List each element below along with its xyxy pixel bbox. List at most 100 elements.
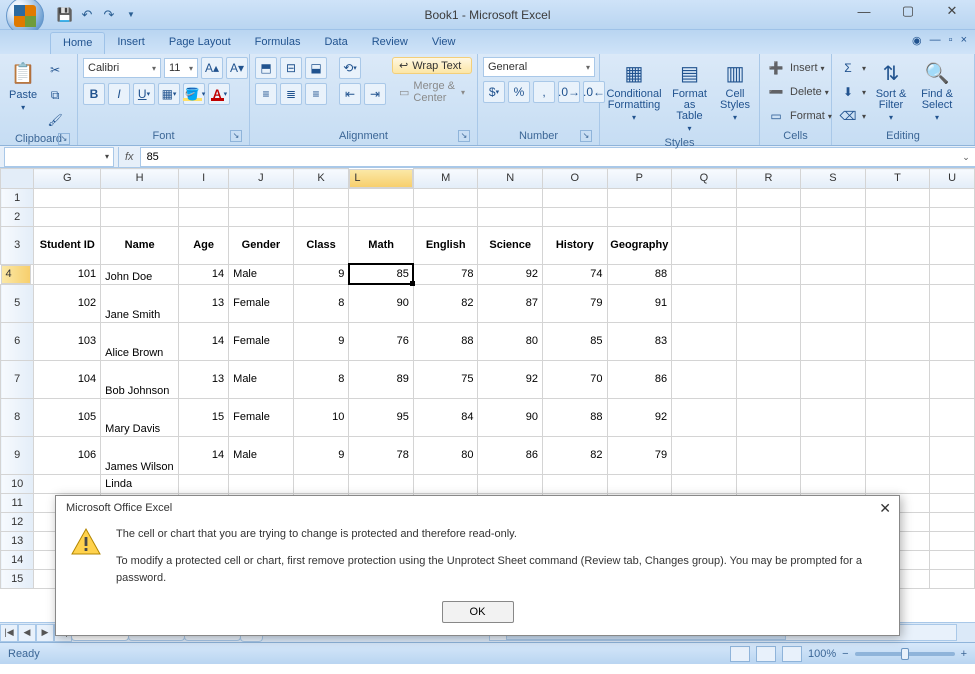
cell[interactable]: Female [229, 398, 294, 436]
column-header[interactable]: T [865, 169, 930, 189]
cell[interactable]: James Wilson [101, 436, 179, 474]
row-header[interactable]: 10 [1, 474, 34, 493]
cell[interactable] [736, 360, 801, 398]
cell[interactable] [607, 207, 672, 226]
cell[interactable] [413, 207, 478, 226]
delete-cells-button[interactable]: ➖Delete▾ [765, 81, 829, 103]
cell[interactable] [101, 207, 179, 226]
format-as-table-button[interactable]: ▤Format as Table▾ [666, 57, 713, 135]
cell[interactable] [736, 207, 801, 226]
cell[interactable] [865, 398, 930, 436]
cell[interactable]: 80 [478, 322, 543, 360]
decrease-font-button[interactable]: A▾ [226, 57, 248, 79]
cell[interactable] [179, 474, 229, 493]
font-name-select[interactable]: Calibri▾ [83, 58, 161, 78]
autosum-button[interactable]: Σ▾ [837, 57, 866, 79]
cell[interactable] [801, 284, 866, 322]
first-sheet-button[interactable]: |◀ [0, 624, 18, 642]
cell[interactable] [736, 322, 801, 360]
cell[interactable] [801, 188, 866, 207]
cell[interactable] [930, 550, 975, 569]
help-icon[interactable]: ◉ [912, 34, 922, 47]
column-header[interactable]: U [930, 169, 975, 189]
zoom-out-button[interactable]: − [842, 648, 848, 660]
cell[interactable] [101, 188, 179, 207]
cell[interactable] [413, 188, 478, 207]
cell[interactable]: 105 [34, 398, 101, 436]
close-workbook-button[interactable]: × [961, 34, 967, 47]
row-header[interactable]: 11 [1, 493, 34, 512]
cell[interactable]: 79 [607, 436, 672, 474]
cell[interactable] [865, 188, 930, 207]
cell[interactable]: 9 [293, 436, 349, 474]
cell[interactable]: 70 [543, 360, 608, 398]
insert-cells-button[interactable]: ➕Insert▾ [765, 57, 825, 79]
cell[interactable]: 104 [34, 360, 101, 398]
increase-indent-button[interactable]: ⇥ [364, 83, 386, 105]
cell[interactable] [865, 474, 930, 493]
cell[interactable]: Science [478, 226, 543, 264]
bold-button[interactable]: B [83, 83, 105, 105]
maximize-button[interactable]: ▢ [889, 0, 927, 22]
cell[interactable] [930, 493, 975, 512]
cell[interactable] [349, 207, 414, 226]
cell[interactable]: 79 [543, 284, 608, 322]
cell[interactable] [543, 474, 608, 493]
row-header[interactable]: 15 [1, 569, 34, 588]
minimize-button[interactable]: — [845, 0, 883, 22]
cell[interactable] [543, 188, 608, 207]
cell[interactable]: John Doe [101, 264, 179, 284]
tab-formulas[interactable]: Formulas [243, 32, 313, 54]
cell[interactable]: 103 [34, 322, 101, 360]
cell[interactable]: 15 [179, 398, 229, 436]
cell[interactable] [930, 264, 975, 284]
font-size-select[interactable]: 11▾ [164, 58, 198, 78]
cell[interactable]: 82 [413, 284, 478, 322]
paste-button[interactable]: 📋 Paste ▾ [5, 57, 41, 114]
row-header[interactable]: 5 [1, 284, 34, 322]
cell[interactable] [607, 474, 672, 493]
percent-format-button[interactable]: % [508, 81, 530, 103]
cell[interactable]: 78 [413, 264, 478, 284]
tab-view[interactable]: View [420, 32, 468, 54]
cell[interactable] [865, 436, 930, 474]
cell[interactable]: 83 [607, 322, 672, 360]
column-header[interactable]: H [101, 169, 179, 189]
cell[interactable] [672, 188, 737, 207]
cell[interactable]: Jane Smith [101, 284, 179, 322]
tab-review[interactable]: Review [360, 32, 420, 54]
comma-format-button[interactable]: , [533, 81, 555, 103]
wrap-text-button[interactable]: ↩Wrap Text [392, 57, 472, 74]
cell[interactable] [293, 188, 349, 207]
qat-customize-icon[interactable]: ▼ [122, 6, 140, 24]
cell[interactable] [801, 207, 866, 226]
insert-function-button[interactable]: fx [119, 151, 140, 163]
cell[interactable] [672, 207, 737, 226]
underline-button[interactable]: U▾ [133, 83, 155, 105]
cell[interactable]: 74 [543, 264, 608, 284]
fill-button[interactable]: ⬇▾ [837, 81, 866, 103]
cell[interactable]: Student ID [34, 226, 101, 264]
cell[interactable] [930, 512, 975, 531]
cell[interactable]: 90 [349, 284, 414, 322]
cell[interactable] [865, 207, 930, 226]
cell[interactable]: 80 [413, 436, 478, 474]
cell[interactable]: Male [229, 436, 294, 474]
cell[interactable]: 10 [293, 398, 349, 436]
row-header[interactable]: 7 [1, 360, 34, 398]
cell[interactable] [229, 207, 294, 226]
cell[interactable] [672, 322, 737, 360]
cell[interactable]: 88 [543, 398, 608, 436]
cell[interactable] [672, 284, 737, 322]
cell[interactable] [179, 188, 229, 207]
cell[interactable] [672, 264, 737, 284]
cell[interactable]: 88 [607, 264, 672, 284]
column-header[interactable]: K [293, 169, 349, 189]
align-top-button[interactable]: ⬒ [255, 57, 277, 79]
cell[interactable] [930, 436, 975, 474]
orientation-button[interactable]: ⟲▾ [339, 57, 361, 79]
cell[interactable] [413, 474, 478, 493]
cell[interactable] [349, 188, 414, 207]
align-right-button[interactable]: ≡ [305, 83, 327, 105]
cell[interactable]: Gender [229, 226, 294, 264]
